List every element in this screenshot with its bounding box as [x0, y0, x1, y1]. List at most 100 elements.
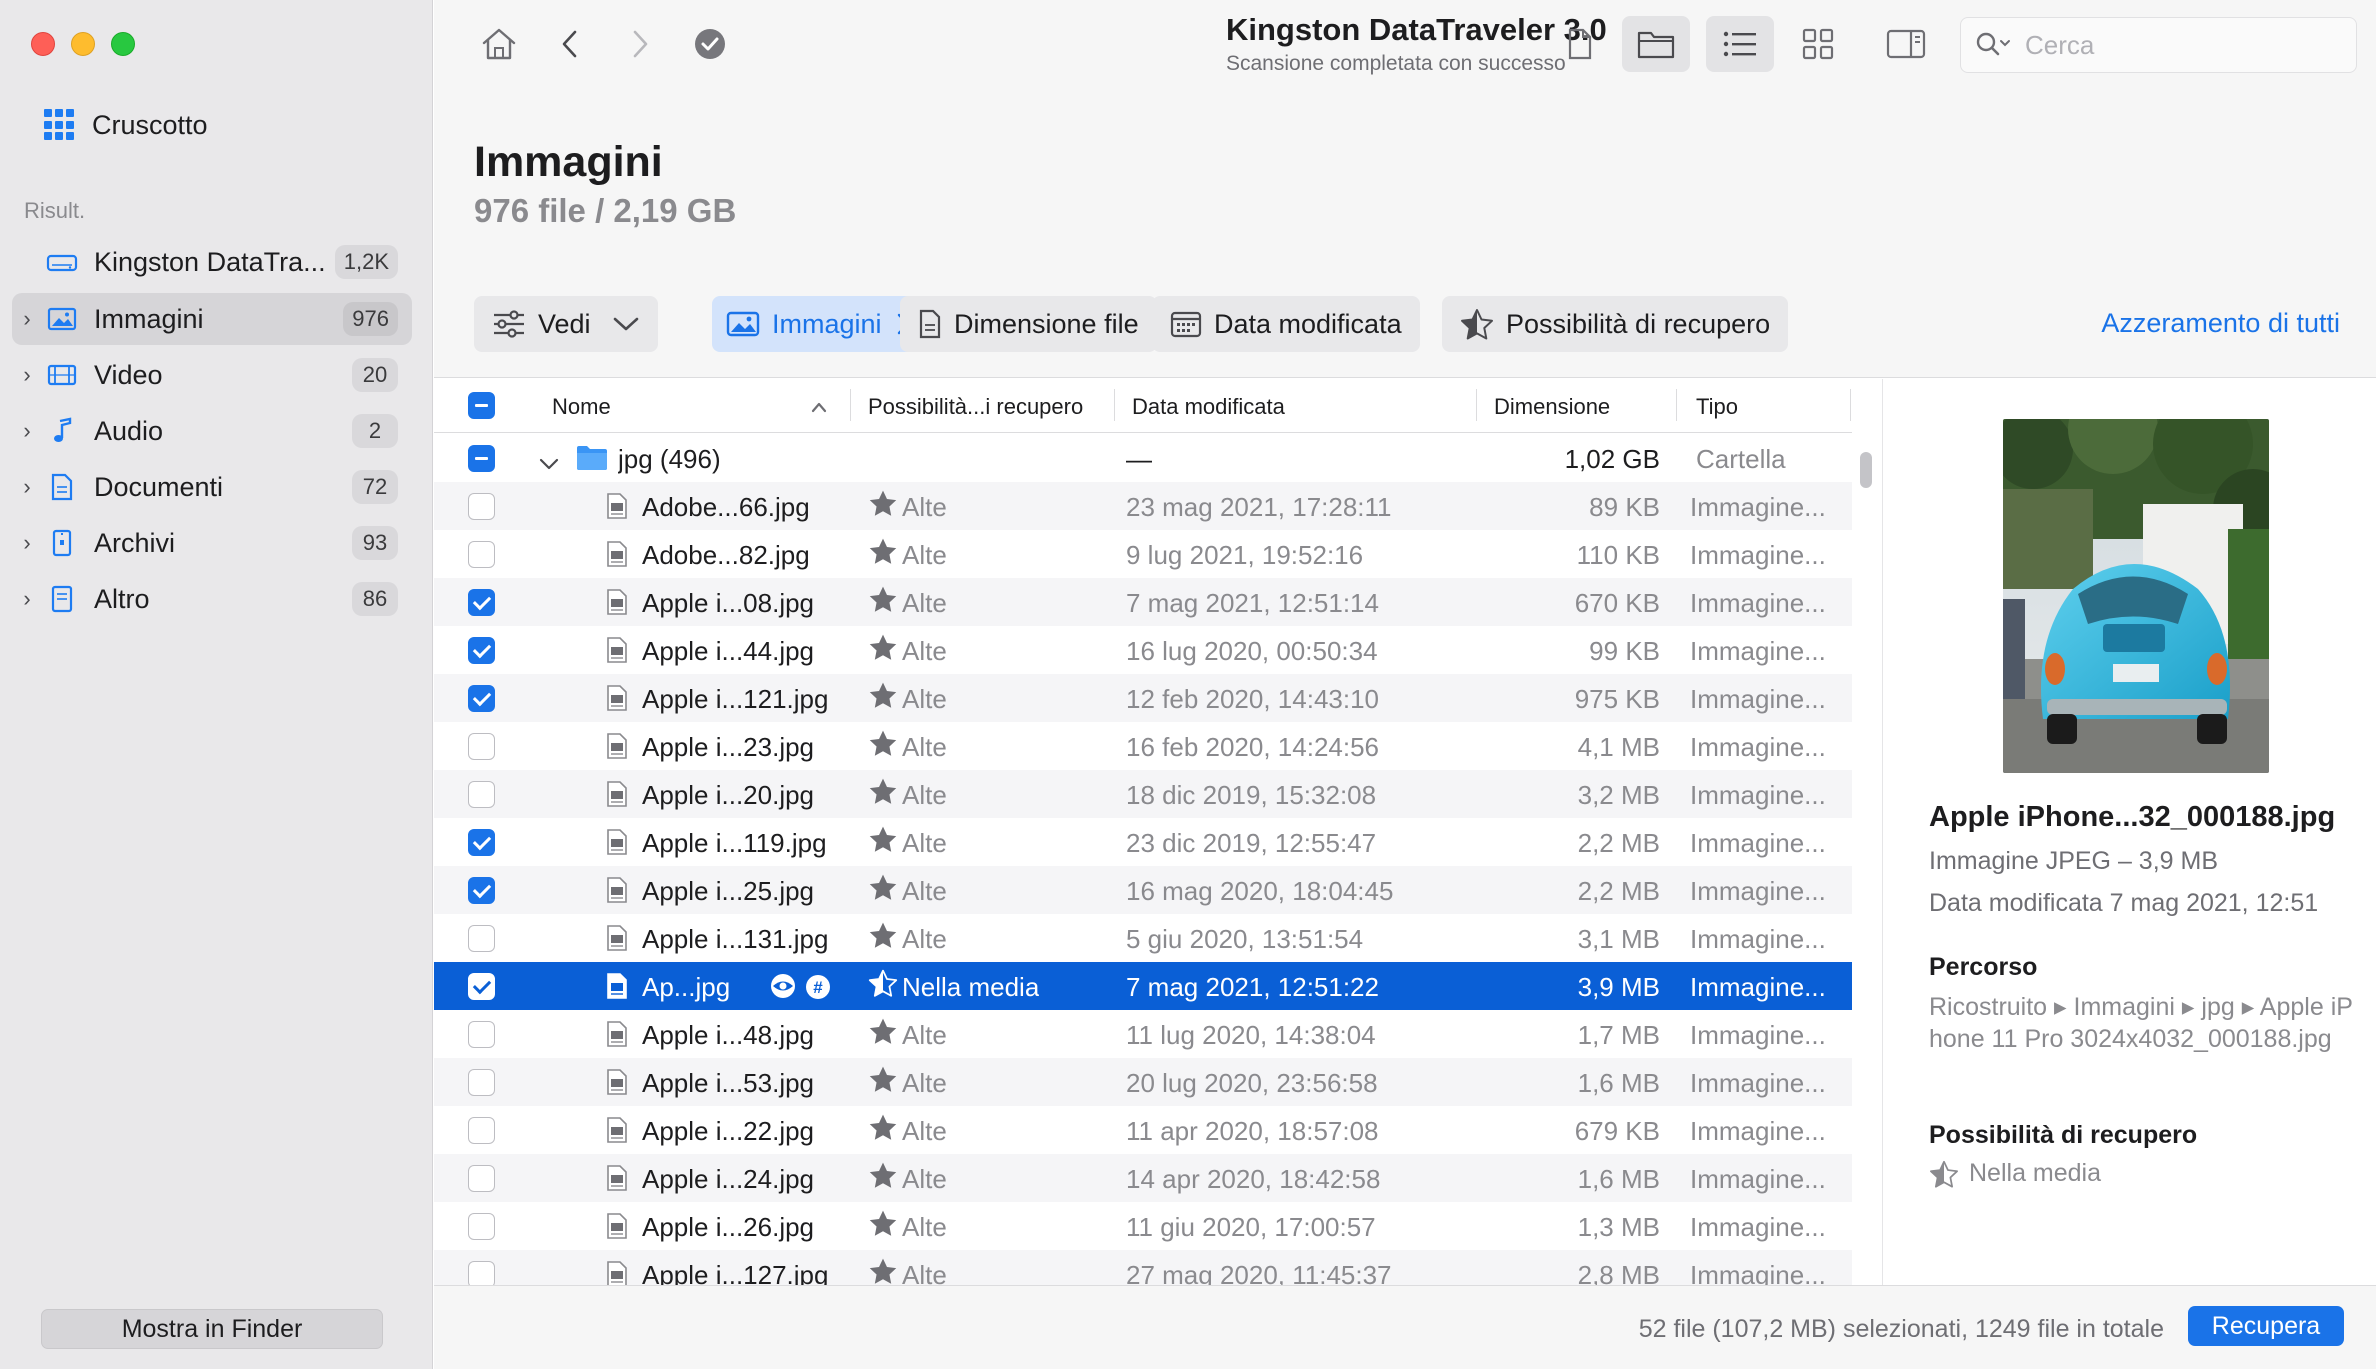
table-row[interactable]: Apple i...20.jpg Alte 18 dic 2019, 15:32:0… [434, 770, 1852, 818]
row-checkbox[interactable] [468, 781, 495, 808]
sidebar-item-documents[interactable]: › Documenti 72 [12, 461, 412, 513]
table-row[interactable]: Apple i...26.jpg Alte 11 giu 2020, 17:00:5… [434, 1202, 1852, 1250]
row-checkbox[interactable] [468, 925, 495, 952]
minimize-window-button[interactable] [71, 32, 95, 56]
table-row[interactable]: Adobe...66.jpg Alte 23 mag 2021, 17:28:11 8… [434, 482, 1852, 530]
table-row[interactable]: Adobe...82.jpg Alte 9 lug 2021, 19:52:16 11… [434, 530, 1852, 578]
column-header-size[interactable]: Dimensione [1494, 394, 1610, 420]
row-checkbox[interactable] [468, 1261, 495, 1285]
filter-chip-file-size[interactable]: Dimensione file [900, 296, 1157, 352]
recover-button[interactable]: Recupera [2188, 1306, 2344, 1346]
hex-viewer-icon[interactable]: # [804, 973, 832, 1008]
home-icon[interactable] [477, 22, 521, 66]
row-checkbox[interactable] [468, 541, 495, 568]
file-type: Immagine... [1690, 924, 1826, 954]
back-icon[interactable] [548, 22, 592, 66]
filter-chip-recovery-chances[interactable]: Possibilità di recupero [1442, 296, 1789, 352]
column-header-chance[interactable]: Possibilità...i recupero [868, 394, 1083, 420]
table-row[interactable]: Apple i...119.jpg Alte 23 dic 2019, 12:55:… [434, 818, 1852, 866]
modified-date: 16 lug 2020, 00:50:34 [1126, 636, 1378, 666]
file-type: Immagine... [1690, 780, 1826, 810]
row-checkbox[interactable] [468, 589, 495, 616]
chevron-right-icon[interactable]: › [12, 362, 42, 388]
row-checkbox[interactable] [468, 1117, 495, 1144]
chevron-right-icon[interactable]: › [12, 418, 42, 444]
file-type: Immagine... [1690, 636, 1826, 666]
sidebar-item-label: Video [94, 359, 163, 390]
table-row-selected[interactable]: Ap...jpg # Nella media 7 mag 2021, 12:51:22… [434, 962, 1852, 1010]
drive-count-badge: 1,2K [334, 245, 398, 279]
toggle-preview-button[interactable] [1876, 16, 1936, 72]
table-row[interactable]: Apple i...23.jpg Alte 16 feb 2020, 14:24:5… [434, 722, 1852, 770]
row-checkbox[interactable] [468, 733, 495, 760]
row-checkbox[interactable] [468, 493, 495, 520]
list-view-button[interactable] [1706, 16, 1774, 72]
grid-view-button[interactable] [1788, 16, 1848, 72]
file-size: 1,6 MB [1577, 1164, 1660, 1194]
chevron-right-icon[interactable]: › [12, 530, 42, 556]
row-checkbox[interactable] [468, 973, 495, 1000]
table-row[interactable]: Apple i...22.jpg Alte 11 apr 2020, 18:57:0… [434, 1106, 1852, 1154]
row-checkbox[interactable] [468, 1069, 495, 1096]
show-in-finder-button[interactable]: Mostra in Finder [41, 1309, 383, 1349]
sidebar-item-drive[interactable]: Kingston DataTra... 1,2K [12, 236, 412, 288]
folder-view-button[interactable] [1622, 16, 1690, 72]
sidebar-item-audio[interactable]: › Audio 2 [12, 405, 412, 457]
sort-ascending-icon[interactable] [810, 393, 828, 419]
file-size: 2,2 MB [1577, 876, 1660, 906]
reset-all-link[interactable]: Azzeramento di tutti [2101, 308, 2340, 339]
modified-date: 18 dic 2019, 15:32:08 [1126, 780, 1377, 810]
filter-chip-label: Immagini [772, 308, 882, 339]
folder-checkbox[interactable] [468, 445, 495, 472]
table-row[interactable]: Apple i...44.jpg Alte 16 lug 2020, 00:50:3… [434, 626, 1852, 674]
table-row[interactable]: Apple i...08.jpg Alte 7 mag 2021, 12:51:14… [434, 578, 1852, 626]
sidebar-right-icon [1886, 29, 1926, 59]
row-checkbox[interactable] [468, 829, 495, 856]
select-all-checkbox[interactable] [468, 392, 495, 419]
table-row[interactable]: Apple i...127.jpg Alte 27 mag 2020, 11:45:… [434, 1250, 1852, 1285]
table-row[interactable]: Apple i...53.jpg Alte 20 lug 2020, 23:56:5… [434, 1058, 1852, 1106]
chevron-right-icon[interactable]: › [12, 586, 42, 612]
count-badge: 2 [352, 414, 398, 448]
forward-icon[interactable] [618, 22, 662, 66]
sidebar-item-label: Documenti [94, 471, 224, 502]
column-header-date[interactable]: Data modificata [1132, 394, 1285, 420]
search-input[interactable] [2025, 29, 2325, 61]
sidebar-item-other[interactable]: › Altro 86 [12, 573, 412, 625]
file-name: Apple i...22.jpg [642, 1116, 815, 1146]
zoom-window-button[interactable] [111, 32, 135, 56]
row-checkbox[interactable] [468, 1165, 495, 1192]
column-header-name[interactable]: Nome [552, 394, 611, 420]
folder-row[interactable]: jpg (496) — 1,02 GB Cartella [434, 434, 1852, 482]
sidebar-item-images[interactable]: › Immagini 976 [12, 293, 412, 345]
row-checkbox[interactable] [468, 637, 495, 664]
list-icon [1723, 31, 1756, 57]
table-row[interactable]: Apple i...121.jpg Alte 12 feb 2020, 14:43:… [434, 674, 1852, 722]
chevron-right-icon[interactable]: › [12, 306, 42, 332]
sidebar-item-archives[interactable]: › Archivi 93 [12, 517, 412, 569]
star-icon [868, 1160, 898, 1198]
table-row[interactable]: Apple i...25.jpg Alte 16 mag 2020, 18:04:4… [434, 866, 1852, 914]
column-header-type[interactable]: Tipo [1696, 394, 1738, 420]
chevron-right-icon[interactable]: › [12, 474, 42, 500]
table-row[interactable]: Apple i...48.jpg Alte 11 lug 2020, 14:38:0… [434, 1010, 1852, 1058]
scrollbar-thumb[interactable] [1860, 452, 1872, 488]
row-checkbox[interactable] [468, 685, 495, 712]
close-window-button[interactable] [31, 32, 55, 56]
file-view-button[interactable] [1552, 16, 1608, 72]
search-field[interactable] [1960, 17, 2357, 73]
file-type: Immagine... [1690, 732, 1826, 762]
filter-chip-date[interactable]: Data modificata [1152, 296, 1420, 352]
row-checkbox[interactable] [468, 877, 495, 904]
image-icon [726, 310, 760, 338]
row-checkbox[interactable] [468, 1021, 495, 1048]
chevron-down-icon[interactable] [538, 448, 560, 479]
table-row[interactable]: Apple i...131.jpg Alte 5 giu 2020, 13:51:5… [434, 914, 1852, 962]
file-type: Immagine... [1690, 1068, 1826, 1098]
sidebar-item-video[interactable]: › Video 20 [12, 349, 412, 401]
sidebar-item-dashboard[interactable]: Cruscotto [44, 105, 208, 145]
eye-icon[interactable] [768, 973, 798, 1006]
view-dropdown[interactable]: Vedi [474, 296, 658, 352]
table-row[interactable]: Apple i...24.jpg Alte 14 apr 2020, 18:42:5… [434, 1154, 1852, 1202]
row-checkbox[interactable] [468, 1213, 495, 1240]
